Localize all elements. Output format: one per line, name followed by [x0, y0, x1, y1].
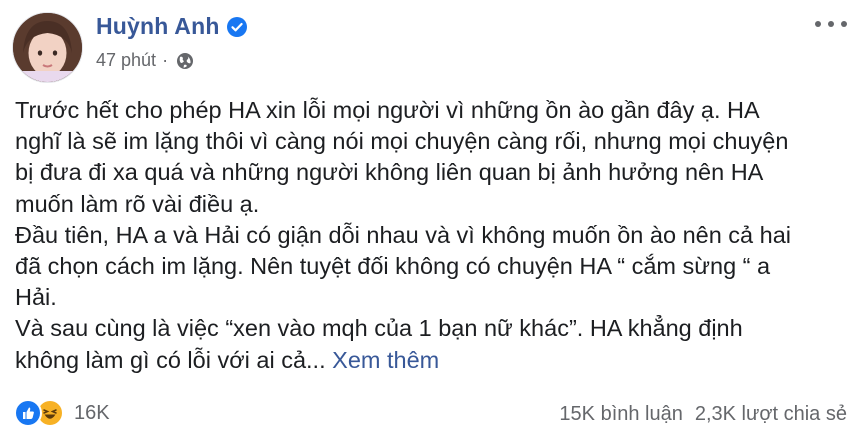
text-truncated: không làm gì có lỗi với ai cả... [15, 346, 326, 373]
text-line: Đầu tiên, HA a và Hải có giận dỗi nhau v… [15, 221, 792, 248]
author-row: Huỳnh Anh [96, 13, 247, 40]
post-meta: 47 phút · [96, 50, 194, 71]
text-line: muốn làm rõ vài điều ạ. [15, 190, 260, 217]
reaction-count: 16K [74, 401, 110, 424]
text-line: đã chọn cách im lặng. Nên tuyệt đối khôn… [15, 252, 771, 279]
verified-badge-icon [226, 16, 247, 37]
engagement-stats: 15K bình luận 2,3K lượt chia sẻ [559, 403, 847, 426]
text-line: Trước hết cho phép HA xin lỗi mọi người … [15, 97, 760, 123]
post-time[interactable]: 47 phút [96, 50, 156, 71]
text-line-last: không làm gì có lỗi với ai cả... Xem thê… [15, 345, 850, 376]
post-text: Trước hết cho phép HA xin lỗi mọi người … [15, 95, 850, 376]
see-more-link[interactable]: Xem thêm [332, 347, 439, 373]
reactions-summary[interactable]: 16K [14, 399, 110, 427]
text-line: nghĩ là sẽ im lặng thôi vì càng nói mọi … [15, 128, 789, 155]
author-name[interactable]: Huỳnh Anh [96, 13, 220, 40]
more-options-icon[interactable] [815, 14, 847, 34]
text-line: Và sau cùng là việc “xen vào mqh của 1 b… [15, 315, 743, 342]
comment-count[interactable]: 15K bình luận [559, 403, 682, 426]
facebook-post: Huỳnh Anh 47 phút · Trước hết cho phép H… [0, 0, 861, 439]
share-count[interactable]: 2,3K lượt chia sẻ [695, 403, 847, 426]
text-line: bị đưa đi xa quá và những người không li… [15, 159, 764, 186]
globe-icon[interactable] [176, 52, 194, 70]
avatar[interactable] [12, 12, 83, 83]
meta-separator: · [162, 50, 169, 70]
like-reaction-icon [14, 399, 42, 427]
text-line: Hải. [15, 284, 57, 311]
